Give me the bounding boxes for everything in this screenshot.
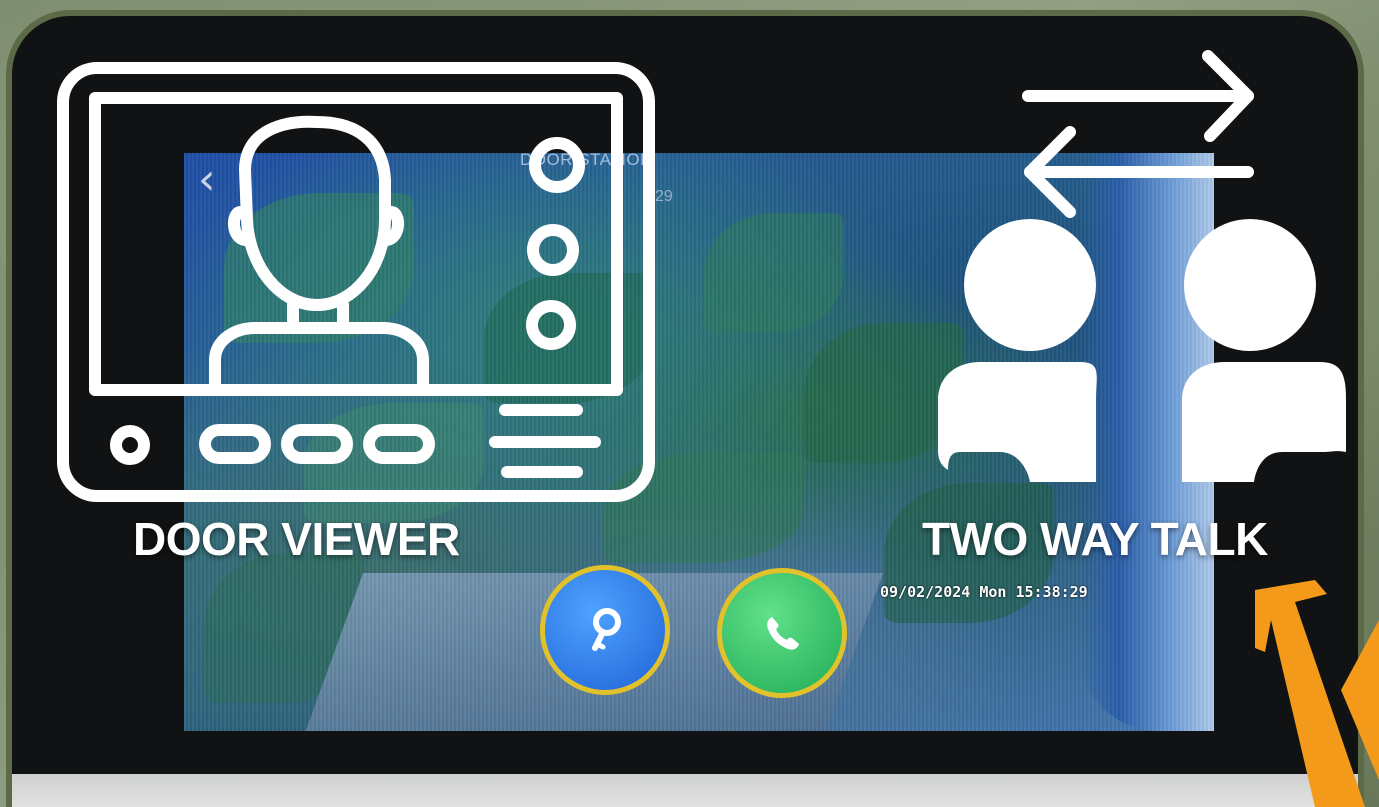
phone-icon — [767, 617, 799, 650]
call-button[interactable] — [717, 568, 847, 698]
device-bezel — [12, 774, 1358, 807]
door-viewer-label: DOOR VIEWER — [133, 513, 460, 565]
two-way-talk-icon — [938, 50, 1346, 482]
unlock-button[interactable] — [540, 565, 670, 695]
door-viewer-icon — [57, 62, 655, 502]
camera-timestamp: 09/02/2024 Mon 15:38:29 — [880, 583, 1088, 601]
two-way-talk-label: TWO WAY TALK — [922, 513, 1268, 565]
pointer-arrow-icon — [1255, 580, 1379, 807]
station-sub-label: 29 — [655, 188, 673, 205]
key-icon — [592, 608, 621, 651]
foliage — [704, 213, 844, 333]
